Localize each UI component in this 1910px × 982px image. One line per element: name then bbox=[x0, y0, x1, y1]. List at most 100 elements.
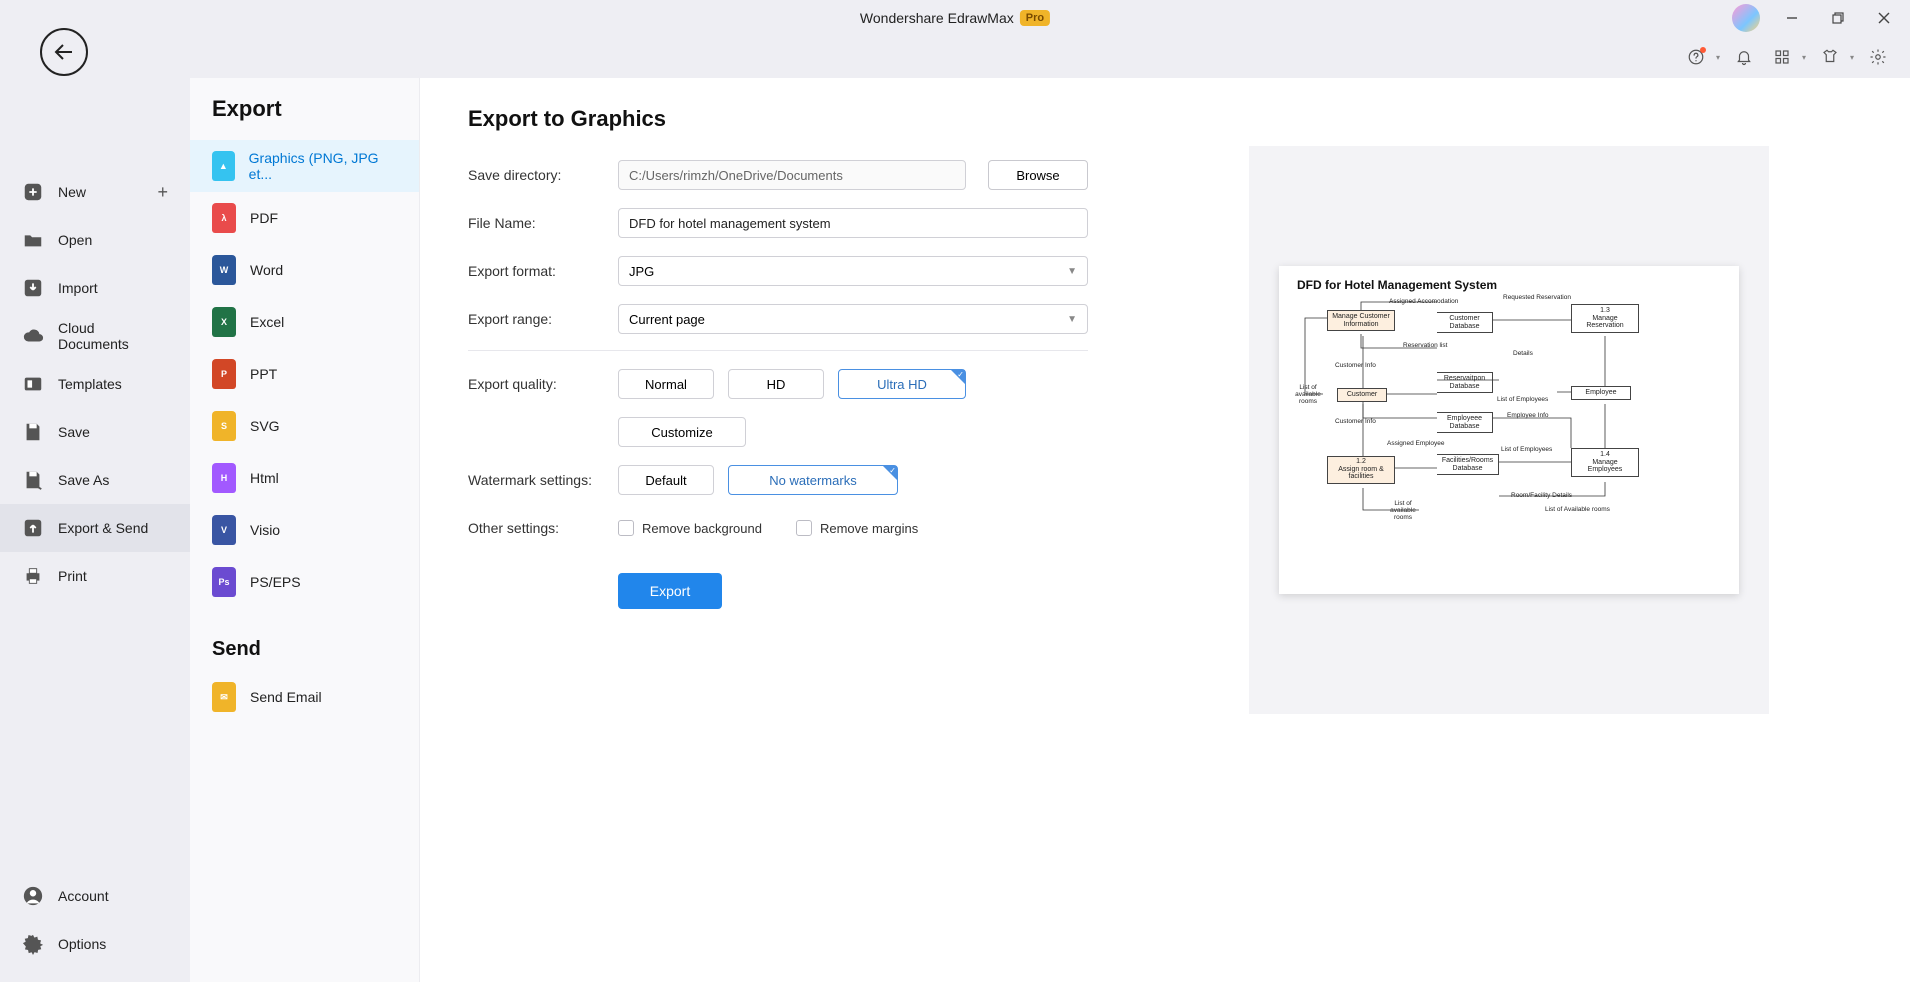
quality-normal[interactable]: Normal bbox=[618, 369, 714, 399]
format-svg[interactable]: S SVG bbox=[190, 400, 419, 452]
save-dir-value: C:/Users/rimzh/OneDrive/Documents bbox=[629, 168, 843, 183]
remove-margins-checkbox[interactable]: Remove margins bbox=[796, 520, 918, 536]
nav-label: Import bbox=[58, 280, 98, 296]
filename-input[interactable]: DFD for hotel management system bbox=[618, 208, 1088, 238]
chevron-down-icon: ▼ bbox=[1067, 266, 1077, 277]
chevron-down-icon: ▼ bbox=[1067, 314, 1077, 325]
save-dir-input[interactable]: C:/Users/rimzh/OneDrive/Documents bbox=[618, 160, 966, 190]
preview-background: DFD for Hotel Management System Manage C… bbox=[1249, 146, 1769, 714]
minimize-button[interactable] bbox=[1778, 4, 1806, 32]
back-button[interactable] bbox=[40, 28, 88, 76]
workspace: Export to Graphics Save directory: C:/Us… bbox=[420, 78, 1910, 982]
checkbox-icon bbox=[796, 520, 812, 536]
close-button[interactable] bbox=[1870, 4, 1898, 32]
watermark-none[interactable]: No watermarks bbox=[728, 465, 898, 495]
pro-badge: Pro bbox=[1020, 10, 1050, 26]
preview-diagram: Manage Customer Information Customer 1.2… bbox=[1279, 296, 1739, 594]
nav-label: Options bbox=[58, 936, 106, 952]
export-button[interactable]: Export bbox=[618, 573, 722, 609]
nav-label: Save bbox=[58, 424, 90, 440]
cloud-icon bbox=[22, 325, 44, 347]
format-visio[interactable]: V Visio bbox=[190, 504, 419, 556]
format-word[interactable]: W Word bbox=[190, 244, 419, 296]
nav-account[interactable]: Account bbox=[0, 872, 190, 920]
app-title-group: Wondershare EdrawMax Pro bbox=[860, 10, 1050, 26]
divider bbox=[468, 350, 1088, 351]
plus-icon[interactable]: + bbox=[157, 182, 168, 203]
user-avatar[interactable] bbox=[1732, 4, 1760, 32]
filename-label: File Name: bbox=[468, 215, 618, 231]
nav-cloud-documents[interactable]: Cloud Documents bbox=[0, 312, 190, 360]
toolbar: ▾ ▾ ▾ bbox=[0, 36, 1910, 78]
send-email[interactable]: ✉ Send Email bbox=[190, 671, 419, 723]
format-label: Send Email bbox=[250, 689, 322, 705]
pdf-file-icon: λ bbox=[212, 203, 236, 233]
save-dir-label: Save directory: bbox=[468, 167, 618, 183]
gear-icon[interactable] bbox=[1864, 43, 1892, 71]
format-html[interactable]: H Html bbox=[190, 452, 419, 504]
nav-label: New bbox=[58, 184, 86, 200]
app-title: Wondershare EdrawMax bbox=[860, 10, 1014, 26]
import-icon bbox=[22, 277, 44, 299]
browse-button[interactable]: Browse bbox=[988, 160, 1088, 190]
other-settings-label: Other settings: bbox=[468, 520, 618, 536]
maximize-button[interactable] bbox=[1824, 4, 1852, 32]
nav-label: Export & Send bbox=[58, 520, 148, 536]
quality-customize[interactable]: Customize bbox=[618, 417, 746, 447]
html-file-icon: H bbox=[212, 463, 236, 493]
remove-background-checkbox[interactable]: Remove background bbox=[618, 520, 762, 536]
svg-file-icon: S bbox=[212, 411, 236, 441]
nav-label: Cloud Documents bbox=[58, 320, 168, 352]
nav-label: Templates bbox=[58, 376, 122, 392]
nav-save[interactable]: Save bbox=[0, 408, 190, 456]
side-nav: New + Open Import Cloud Documents Templa… bbox=[0, 78, 190, 982]
check-corner-icon bbox=[883, 466, 897, 480]
export-format-panel: Export ▲ Graphics (PNG, JPG et... λ PDF … bbox=[190, 78, 420, 982]
preview-title: DFD for Hotel Management System bbox=[1279, 266, 1739, 296]
help-icon[interactable] bbox=[1682, 43, 1710, 71]
nav-new[interactable]: New + bbox=[0, 168, 190, 216]
format-label: PS/EPS bbox=[250, 574, 301, 590]
nav-options[interactable]: Options bbox=[0, 920, 190, 968]
quality-label: Export quality: bbox=[468, 376, 618, 392]
gear-icon bbox=[22, 933, 44, 955]
format-pdf[interactable]: λ PDF bbox=[190, 192, 419, 244]
format-ps-eps[interactable]: Ps PS/EPS bbox=[190, 556, 419, 608]
format-graphics[interactable]: ▲ Graphics (PNG, JPG et... bbox=[190, 140, 419, 192]
checkbox-icon bbox=[618, 520, 634, 536]
visio-file-icon: V bbox=[212, 515, 236, 545]
format-excel[interactable]: X Excel bbox=[190, 296, 419, 348]
shirt-icon[interactable] bbox=[1816, 43, 1844, 71]
grid-caret-icon[interactable]: ▾ bbox=[1802, 53, 1806, 62]
range-select[interactable]: Current page ▼ bbox=[618, 304, 1088, 334]
preview-area: DFD for Hotel Management System Manage C… bbox=[1168, 106, 1850, 982]
format-label: SVG bbox=[250, 418, 280, 434]
nav-print[interactable]: Print bbox=[0, 552, 190, 600]
nav-save-as[interactable]: Save As bbox=[0, 456, 190, 504]
format-ppt[interactable]: P PPT bbox=[190, 348, 419, 400]
format-select[interactable]: JPG ▼ bbox=[618, 256, 1088, 286]
envelope-icon: ✉ bbox=[212, 682, 236, 712]
templates-icon bbox=[22, 373, 44, 395]
range-value: Current page bbox=[629, 312, 705, 327]
watermark-default[interactable]: Default bbox=[618, 465, 714, 495]
nav-export-send[interactable]: Export & Send bbox=[0, 504, 190, 552]
word-file-icon: W bbox=[212, 255, 236, 285]
image-file-icon: ▲ bbox=[212, 151, 235, 181]
quality-ultra-hd[interactable]: Ultra HD bbox=[838, 369, 966, 399]
nav-import[interactable]: Import bbox=[0, 264, 190, 312]
nav-open[interactable]: Open bbox=[0, 216, 190, 264]
bell-icon[interactable] bbox=[1730, 43, 1758, 71]
grid-apps-icon[interactable] bbox=[1768, 43, 1796, 71]
shirt-caret-icon[interactable]: ▾ bbox=[1850, 53, 1854, 62]
quality-hd[interactable]: HD bbox=[728, 369, 824, 399]
export-icon bbox=[22, 517, 44, 539]
save-as-icon bbox=[22, 469, 44, 491]
user-icon bbox=[22, 885, 44, 907]
watermark-label: Watermark settings: bbox=[468, 472, 618, 488]
nav-templates[interactable]: Templates bbox=[0, 360, 190, 408]
format-label: PDF bbox=[250, 210, 278, 226]
arrow-left-icon bbox=[52, 40, 76, 64]
help-caret-icon[interactable]: ▾ bbox=[1716, 53, 1720, 62]
page-title: Export to Graphics bbox=[468, 106, 1088, 132]
